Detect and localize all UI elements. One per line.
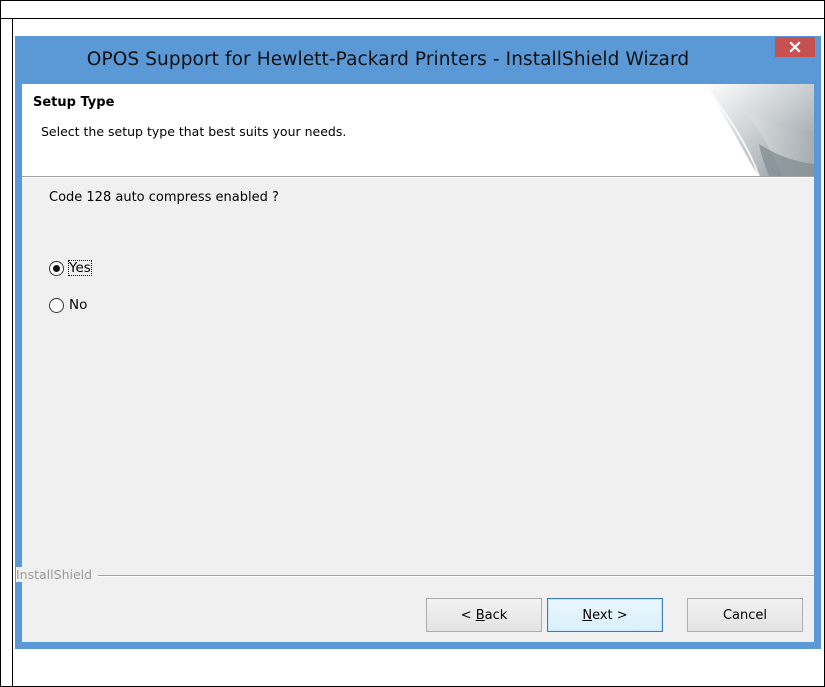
- page-title: Setup Type: [33, 95, 115, 110]
- radio-yes-indicator[interactable]: [49, 260, 64, 276]
- page-left-rule: [12, 19, 13, 687]
- installshield-brand-label: InstallShield: [16, 567, 99, 582]
- window-title: OPOS Support for Hewlett-Packard Printer…: [86, 49, 690, 70]
- back-button-mnemonic: B: [475, 607, 485, 623]
- radio-yes-label[interactable]: Yes: [68, 260, 92, 276]
- back-button-prefix: <: [460, 607, 476, 623]
- next-button-mnemonic: N: [582, 607, 593, 623]
- close-button[interactable]: [775, 37, 815, 57]
- question-label: Code 128 auto compress enabled ?: [49, 190, 279, 205]
- title-bar[interactable]: OPOS Support for Hewlett-Packard Printer…: [15, 36, 821, 84]
- banner-divider: [22, 176, 814, 178]
- cancel-button[interactable]: Cancel: [687, 598, 803, 632]
- dialog-client-area: Setup Type Select the setup type that be…: [16, 84, 814, 642]
- back-button[interactable]: < Back: [426, 598, 542, 632]
- radio-no-label[interactable]: No: [68, 297, 88, 313]
- installshield-banner-graphic: [703, 84, 814, 176]
- page-subtitle: Select the setup type that best suits yo…: [41, 124, 347, 139]
- footer-divider: [22, 575, 814, 577]
- radio-no[interactable]: No: [49, 295, 88, 315]
- next-button[interactable]: Next >: [547, 598, 663, 632]
- radio-yes[interactable]: Yes: [49, 258, 92, 278]
- back-button-rest: ack: [484, 607, 508, 623]
- next-button-rest: ext >: [592, 607, 628, 623]
- close-icon: [789, 41, 801, 53]
- page-header-rule: [0, 18, 825, 19]
- installer-window: OPOS Support for Hewlett-Packard Printer…: [15, 36, 821, 649]
- header-banner: Setup Type Select the setup type that be…: [22, 84, 814, 176]
- radio-no-indicator[interactable]: [49, 297, 64, 313]
